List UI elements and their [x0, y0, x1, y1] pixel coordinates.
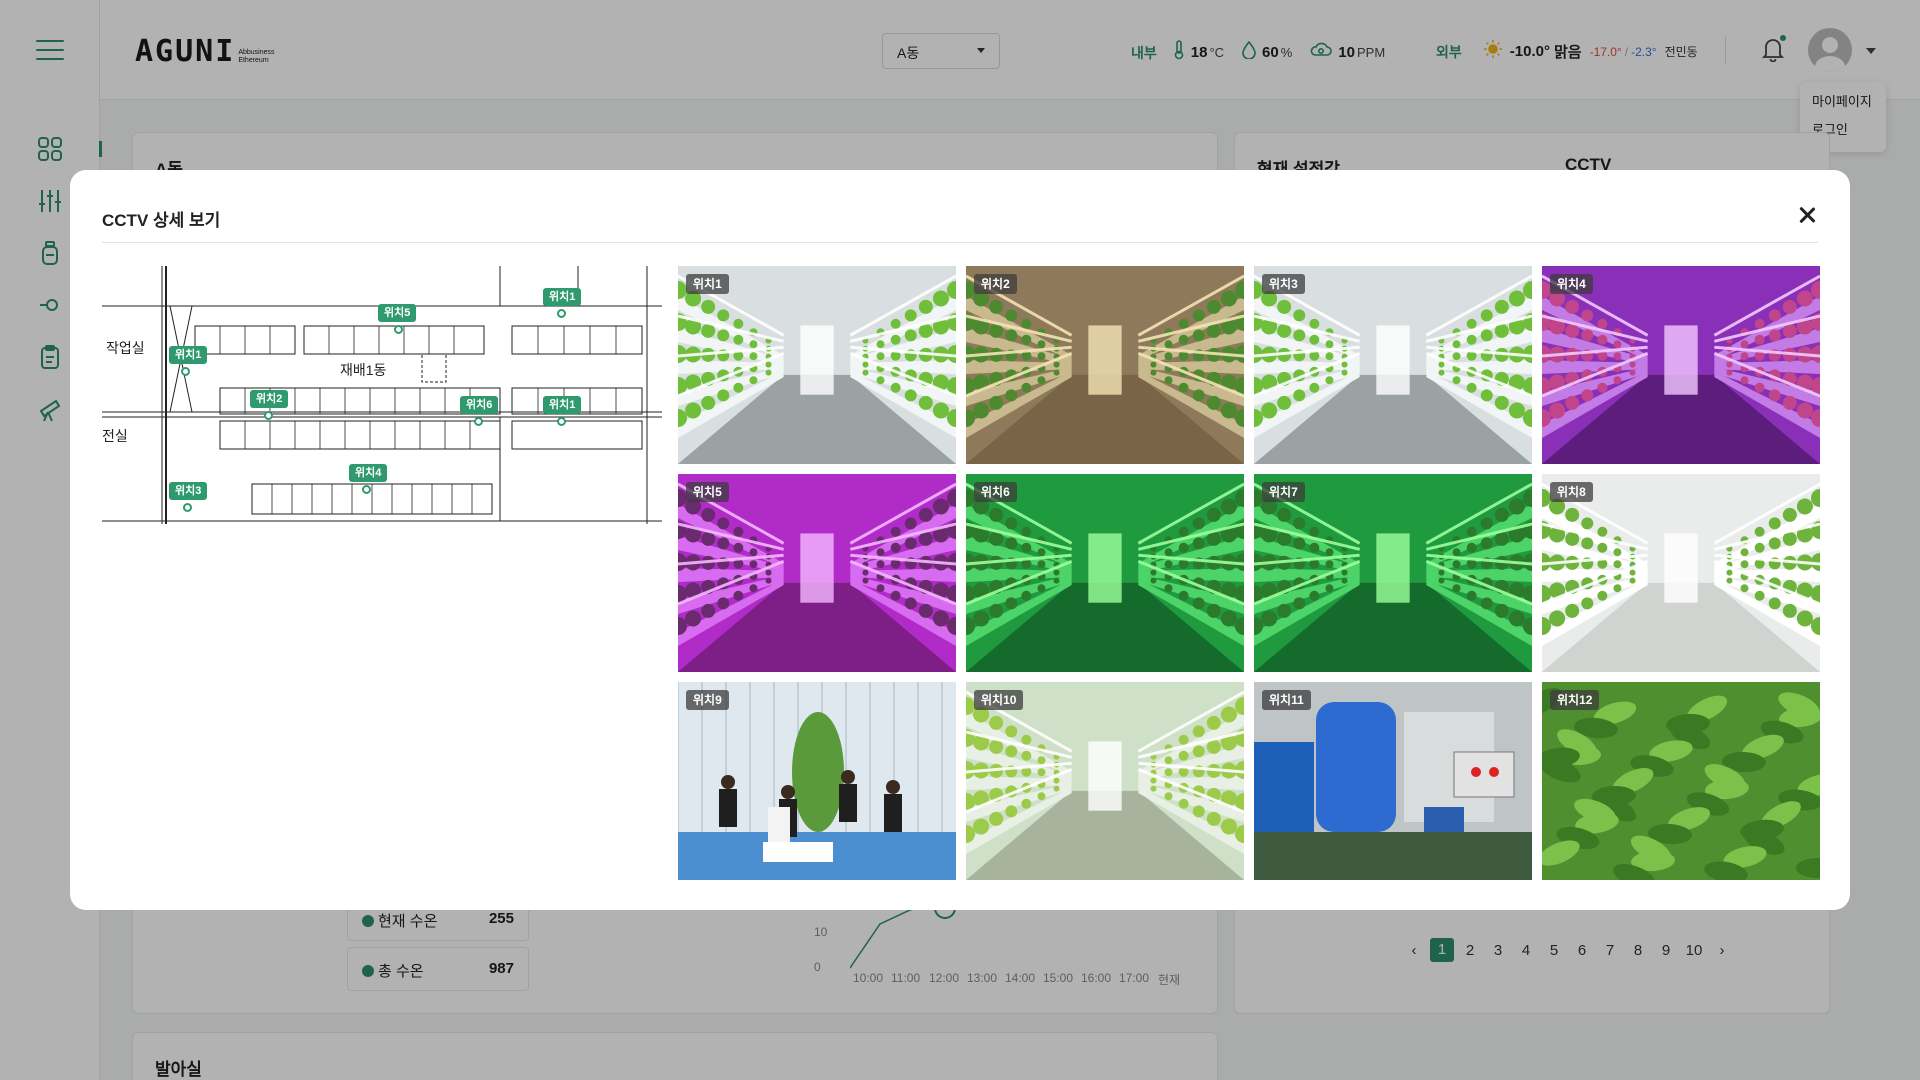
location-pin: [362, 485, 371, 494]
location-tag[interactable]: 위치1: [543, 288, 582, 306]
cctv-feed-label: 위치2: [974, 274, 1017, 294]
cctv-feed[interactable]: 위치9: [678, 682, 956, 880]
cctv-feed[interactable]: 위치1: [678, 266, 956, 464]
cctv-feed[interactable]: 위치5: [678, 474, 956, 672]
location-tag[interactable]: 위치6: [460, 396, 499, 414]
cctv-feed-label: 위치10: [974, 690, 1024, 710]
cctv-modal: CCTV 상세 보기 작업실 재배1동 전실 위치1 위치2 위치3 위치4 위…: [70, 170, 1850, 910]
cctv-feed-label: 위치12: [1550, 690, 1600, 710]
cctv-feed-label: 위치7: [1262, 482, 1305, 502]
room-label-anteroom: 전실: [102, 428, 128, 444]
cctv-feed-label: 위치9: [686, 690, 729, 710]
cctv-feed-label: 위치1: [686, 274, 729, 294]
location-tag[interactable]: 위치1: [543, 396, 582, 414]
camera-feed-image: [1254, 474, 1532, 672]
cctv-feed[interactable]: 위치10: [966, 682, 1244, 880]
location-pin: [181, 367, 190, 376]
camera-feed-image: [966, 266, 1244, 464]
location-tag[interactable]: 위치5: [378, 304, 417, 322]
cctv-feed[interactable]: 위치4: [1542, 266, 1820, 464]
location-pin: [264, 411, 273, 420]
camera-feed-image: [966, 474, 1244, 672]
cctv-feed[interactable]: 위치7: [1254, 474, 1532, 672]
location-tag[interactable]: 위치2: [250, 390, 289, 408]
camera-feed-image: [1542, 474, 1820, 672]
camera-feed-image: [1254, 266, 1532, 464]
camera-feed-image: [1542, 266, 1820, 464]
cctv-feed[interactable]: 위치8: [1542, 474, 1820, 672]
floor-plan: 작업실 재배1동 전실 위치1 위치2 위치3 위치4 위치5 위치6 위치1 …: [102, 266, 662, 524]
cctv-feed[interactable]: 위치2: [966, 266, 1244, 464]
cctv-feed-label: 위치8: [1550, 482, 1593, 502]
location-tag[interactable]: 위치1: [169, 346, 208, 364]
cctv-grid: 위치1 위치2 위치3 위치4 위치5 위치6 위치7 위치8 위치9 위치10 위치11 위치12: [678, 266, 1820, 880]
modal-divider: [102, 242, 1818, 243]
cctv-feed[interactable]: 위치12: [1542, 682, 1820, 880]
location-pin: [557, 417, 566, 426]
cctv-feed-label: 위치3: [1262, 274, 1305, 294]
cctv-feed-label: 위치6: [974, 482, 1017, 502]
cctv-feed[interactable]: 위치3: [1254, 266, 1532, 464]
cctv-feed-label: 위치4: [1550, 274, 1593, 294]
close-icon[interactable]: [1796, 204, 1818, 226]
camera-feed-image: [1542, 682, 1820, 880]
location-pin: [557, 309, 566, 318]
location-pin: [183, 503, 192, 512]
camera-feed-image: [678, 266, 956, 464]
camera-feed-image: [678, 682, 956, 880]
cctv-feed-label: 위치5: [686, 482, 729, 502]
camera-feed-image: [678, 474, 956, 672]
location-pin: [394, 325, 403, 334]
room-label-workroom: 작업실: [106, 340, 145, 356]
modal-title: CCTV 상세 보기: [102, 211, 221, 230]
room-label-zone1: 재배1동: [340, 362, 387, 378]
camera-feed-image: [1254, 682, 1532, 880]
cctv-feed[interactable]: 위치6: [966, 474, 1244, 672]
location-tag[interactable]: 위치3: [169, 482, 208, 500]
location-tag[interactable]: 위치4: [349, 464, 388, 482]
camera-feed-image: [966, 682, 1244, 880]
cctv-feed-label: 위치11: [1262, 690, 1311, 710]
location-pin: [474, 417, 483, 426]
cctv-feed[interactable]: 위치11: [1254, 682, 1532, 880]
